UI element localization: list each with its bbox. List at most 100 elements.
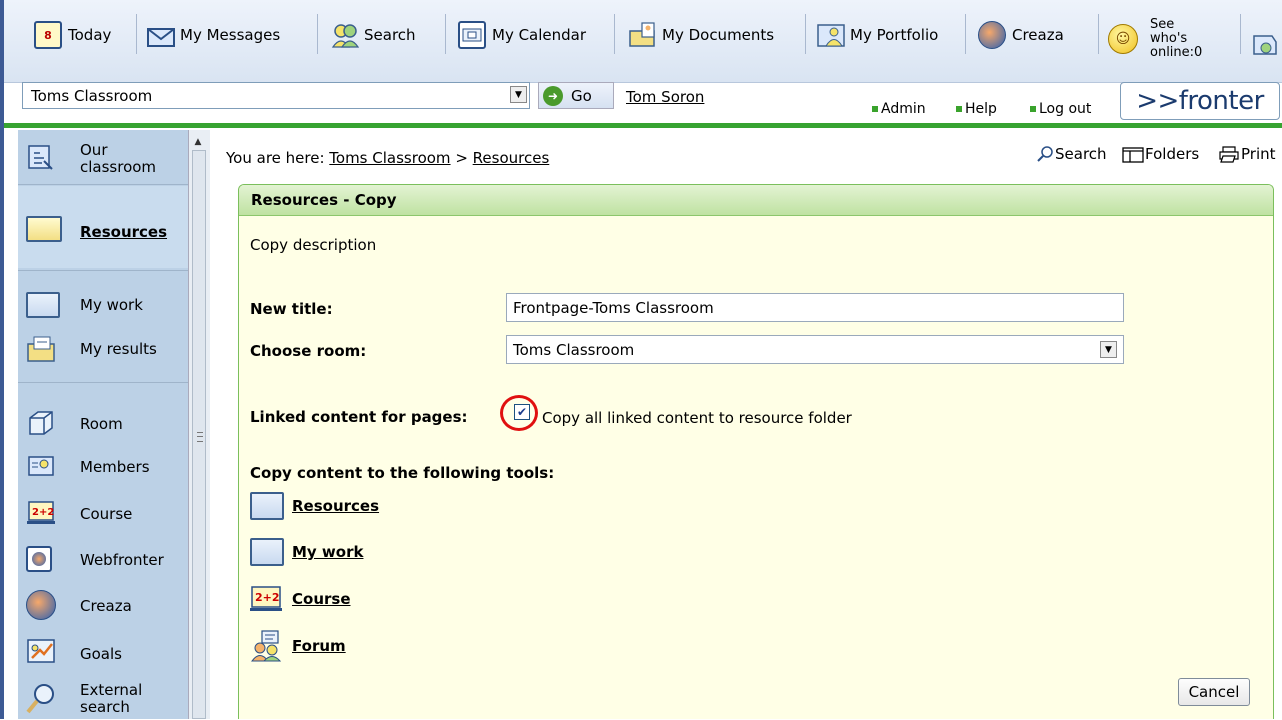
- copy-tool-course[interactable]: 2+2 Course: [250, 584, 351, 614]
- sidebar-divider: [18, 184, 188, 185]
- sidebar-item-course[interactable]: 2+2 Course: [18, 498, 188, 528]
- sidebar-item-label: Goals: [80, 645, 122, 663]
- creaza-icon: [978, 21, 1006, 49]
- sidebar-divider: [18, 382, 188, 383]
- sidebar-item-external-search[interactable]: External search: [18, 680, 188, 720]
- breadcrumb-root-link[interactable]: Toms Classroom: [329, 149, 450, 167]
- content-folders-button[interactable]: Folders: [1122, 145, 1199, 163]
- sidebar-divider: [18, 270, 188, 271]
- folder-icon: [250, 538, 284, 566]
- copy-description: Copy description: [250, 236, 377, 254]
- magnifier-icon: [26, 682, 58, 714]
- toolbar-label: My Calendar: [492, 26, 587, 44]
- chevron-down-icon[interactable]: ▼: [510, 86, 527, 103]
- toolbar-label: Creaza: [1012, 26, 1064, 44]
- toolbar-creaza-button[interactable]: Creaza: [978, 18, 1064, 52]
- admin-link[interactable]: Admin: [872, 101, 926, 117]
- help-link-label: Help: [965, 101, 997, 117]
- choose-room-select[interactable]: Toms Classroom ▼: [506, 335, 1124, 364]
- sidebar-item-goals[interactable]: Goals: [18, 636, 188, 668]
- printer-icon: [1218, 145, 1240, 163]
- toolbar-divider: [614, 14, 615, 54]
- content-search-button[interactable]: Search: [1036, 145, 1107, 163]
- tool-label: Folders: [1145, 145, 1200, 163]
- calendar-day-icon: 8: [34, 21, 62, 49]
- course-icon: 2+2: [26, 498, 58, 528]
- window-left-edge: [0, 0, 4, 719]
- copy-tool-forum[interactable]: Forum: [250, 630, 346, 662]
- copy-tool-label: Resources: [292, 497, 380, 515]
- toolbar-label: Search: [364, 26, 416, 44]
- copy-tools-label: Copy content to the following tools:: [250, 464, 555, 482]
- webfronter-icon: [26, 546, 52, 572]
- toolbar-messages-button[interactable]: My Messages: [146, 18, 280, 52]
- sidebar-item-label: Our: [80, 141, 108, 159]
- sidebar-item-creaza[interactable]: Creaza: [18, 590, 188, 622]
- sidebar-item-label: Creaza: [80, 597, 132, 615]
- toolbar-divider: [1098, 14, 1099, 54]
- whos-online-button[interactable]: ☺ See who's online:0: [1108, 16, 1238, 62]
- sidebar-item-label: Resources: [80, 223, 168, 241]
- go-label: Go: [571, 86, 592, 105]
- svg-text:2+2: 2+2: [255, 591, 280, 604]
- room-icon: [26, 408, 58, 438]
- classroom-select-value: Toms Classroom: [31, 86, 153, 105]
- sidebar-item-my-results[interactable]: My results: [18, 334, 188, 364]
- copy-tool-label: Forum: [292, 637, 346, 655]
- content-print-button[interactable]: Print: [1218, 145, 1276, 163]
- sidebar-item-resources[interactable]: Resources: [18, 186, 188, 268]
- new-title-value: Frontpage-Toms Classroom: [513, 298, 714, 317]
- portfolio-icon: [816, 21, 845, 49]
- toolbar-documents-button[interactable]: My Documents: [628, 18, 774, 52]
- toolbar-today-button[interactable]: 8 Today: [34, 18, 111, 52]
- copy-tool-my-work[interactable]: My work: [250, 538, 363, 566]
- left-sidebar: Our classroom Resources My work My result…: [18, 130, 188, 719]
- classroom-select[interactable]: Toms Classroom ▼: [22, 82, 530, 109]
- help-link[interactable]: Help: [956, 101, 997, 117]
- forum-icon: [250, 630, 284, 662]
- copy-tool-resources[interactable]: Resources: [250, 492, 379, 520]
- sidebar-item-label: External: [80, 681, 143, 699]
- folder-icon: [26, 216, 62, 242]
- online-line: See: [1150, 17, 1175, 32]
- folder-icon: [250, 492, 284, 520]
- scroll-up-icon[interactable]: ▲: [191, 135, 205, 149]
- sidebar-item-room[interactable]: Room: [18, 408, 188, 438]
- admin-link-label: Admin: [881, 101, 926, 117]
- toolbar-calendar-button[interactable]: My Calendar: [458, 18, 586, 52]
- choose-room-label: Choose room:: [250, 342, 367, 360]
- toolbar-search-button[interactable]: Search: [330, 18, 416, 52]
- sidebar-item-my-work[interactable]: My work: [18, 290, 188, 320]
- user-name-link[interactable]: Tom Soron: [626, 88, 704, 106]
- folder-icon: [26, 292, 60, 318]
- svg-text:2+2: 2+2: [32, 507, 54, 518]
- tool-label: Print: [1241, 145, 1276, 163]
- copy-panel: [238, 184, 1274, 719]
- chevron-down-icon[interactable]: ▼: [1100, 341, 1117, 358]
- breadcrumb-separator: >: [450, 149, 473, 167]
- new-title-input[interactable]: Frontpage-Toms Classroom: [506, 293, 1124, 322]
- breadcrumb-current-link[interactable]: Resources: [473, 149, 550, 167]
- cancel-button[interactable]: Cancel: [1178, 678, 1250, 706]
- sidebar-item-label: My results: [80, 340, 157, 358]
- smiley-icon: ☺: [1108, 24, 1138, 54]
- toolbar-divider: [1240, 14, 1241, 54]
- toolbar-portfolio-button[interactable]: My Portfolio: [816, 18, 938, 52]
- sidebar-item-our-classroom[interactable]: Our classroom: [18, 136, 188, 180]
- toolbar-label: My Messages: [180, 26, 281, 44]
- copy-linked-content-checkbox[interactable]: ✔: [514, 404, 530, 420]
- toolbar-label: My Documents: [662, 26, 775, 44]
- sidebar-item-webfronter[interactable]: Webfronter: [18, 544, 188, 574]
- toolbar-label: Today: [68, 26, 112, 44]
- toolbar-more-icon[interactable]: [1252, 30, 1280, 58]
- sidebar-item-label: Room: [80, 415, 123, 433]
- bullet-icon: [956, 106, 962, 112]
- go-button[interactable]: ➜ Go: [538, 82, 614, 109]
- sidebar-item-label: Course: [80, 505, 133, 523]
- logout-link[interactable]: Log out: [1030, 101, 1091, 117]
- sidebar-item-label: Webfronter: [80, 551, 164, 569]
- sidebar-item-members[interactable]: Members: [18, 452, 188, 482]
- sidebar-item-label: classroom: [80, 158, 157, 176]
- copy-linked-content-label[interactable]: Copy all linked content to resource fold…: [542, 409, 852, 427]
- people-search-icon: [330, 21, 360, 49]
